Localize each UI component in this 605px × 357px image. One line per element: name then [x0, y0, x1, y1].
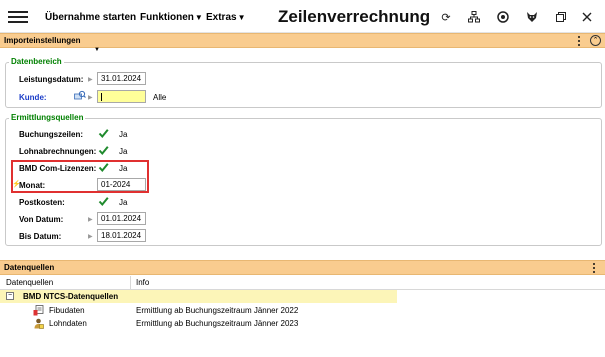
table-row[interactable]: Fibudaten Ermittlung ab Buchungszeitraum… [0, 304, 605, 317]
von-datum-label: Von Datum: [19, 215, 64, 224]
kunde-label[interactable]: Kunde: [19, 93, 47, 102]
chevron-down-icon: ▼ [194, 13, 203, 22]
network-icon[interactable] [467, 10, 481, 24]
bis-datum-field[interactable]: 18.01.2024 [97, 229, 146, 242]
buchungszeilen-value: Ja [119, 130, 128, 139]
arrow-right-icon: ▶ [88, 234, 93, 240]
datenquellen-table-header: Datenquellen Info [0, 276, 605, 290]
collapse-minus-icon[interactable]: − [6, 292, 14, 300]
target-icon[interactable] [496, 10, 510, 24]
fox-icon[interactable] [525, 10, 539, 24]
lohnabrechnungen-value: Ja [119, 147, 128, 156]
payroll-icon [33, 318, 44, 329]
import-settings-title: Importeinstellungen [4, 36, 81, 45]
kunde-alle-text: Alle [153, 93, 167, 102]
postkosten-label: Postkosten: [19, 198, 65, 207]
kunde-field[interactable] [97, 90, 146, 103]
search-icon[interactable] [74, 90, 86, 102]
lohnabrechnungen-checkbox[interactable] [98, 145, 109, 156]
buchungszeilen-label: Buchungszeilen: [19, 130, 84, 139]
postkosten-checkbox[interactable] [98, 196, 109, 207]
menu-extras-label: Extras [206, 12, 237, 23]
source-info: Ermittlung ab Buchungszeitraum Jänner 20… [136, 319, 299, 328]
menu-uebernahme-label: Übernahme starten [45, 12, 137, 23]
source-name: Fibudaten [49, 306, 85, 315]
accounting-icon [33, 305, 44, 316]
group-label: BMD NTCS-Datenquellen [23, 292, 119, 301]
restore-window-icon[interactable] [554, 10, 568, 24]
column-header-info[interactable]: Info [136, 278, 149, 287]
datenquellen-title: Datenquellen [4, 263, 55, 272]
menu-funktionen[interactable]: Funktionen▼ [140, 12, 203, 23]
arrow-right-icon: ▶ [88, 217, 93, 223]
menu-uebernahme-starten[interactable]: Übernahme starten [45, 12, 136, 23]
arrow-right-icon: ▶ [88, 77, 93, 83]
table-group-row[interactable]: − BMD NTCS-Datenquellen [0, 290, 397, 303]
more-options-icon[interactable] [592, 263, 596, 273]
chevron-down-icon: ▼ [237, 13, 246, 22]
menu-extras[interactable]: Extras▼ [206, 12, 246, 23]
leistungsdatum-field[interactable]: 31.01.2024 [97, 72, 146, 85]
chevron-down-icon: ▼ [94, 47, 100, 53]
import-settings-header[interactable]: Importeinstellungen ⌃ [0, 33, 605, 48]
source-name: Lohndaten [49, 319, 87, 328]
ermittlungsquellen-title: Ermittlungsquellen [9, 113, 86, 122]
arrow-right-icon: ▶ [88, 95, 93, 101]
datenbereich-title: Datenbereich [9, 57, 64, 66]
close-icon[interactable] [580, 10, 594, 24]
table-row[interactable]: Lohndaten Ermittlung ab Buchungszeitraum… [0, 317, 605, 330]
hamburger-menu-icon[interactable] [8, 11, 28, 23]
lohnabrechnungen-label: Lohnabrechnungen: [19, 147, 97, 156]
window-title: Zeilenverrechnung [278, 7, 431, 26]
top-toolbar: Übernahme starten Funktionen▼ Extras▼ Ze… [0, 0, 605, 33]
source-info: Ermittlung ab Buchungszeitraum Jänner 20… [136, 306, 299, 315]
datenquellen-header[interactable]: Datenquellen [0, 260, 605, 275]
refresh-icon[interactable]: ⟳ [439, 10, 453, 24]
column-divider[interactable] [130, 276, 131, 290]
collapse-chevron-icon[interactable]: ⌃ [590, 35, 601, 46]
more-options-icon[interactable] [577, 36, 581, 46]
von-datum-field[interactable]: 01.01.2024 [97, 212, 146, 225]
bis-datum-label: Bis Datum: [19, 232, 62, 241]
datenbereich-group: Datenbereich [5, 57, 602, 108]
buchungszeilen-checkbox[interactable] [98, 128, 109, 139]
menu-funktionen-label: Funktionen [140, 12, 194, 23]
postkosten-value: Ja [119, 198, 128, 207]
column-header-datenquellen[interactable]: Datenquellen [6, 278, 53, 287]
leistungsdatum-label: Leistungsdatum: [19, 75, 84, 84]
highlight-frame [11, 160, 149, 193]
